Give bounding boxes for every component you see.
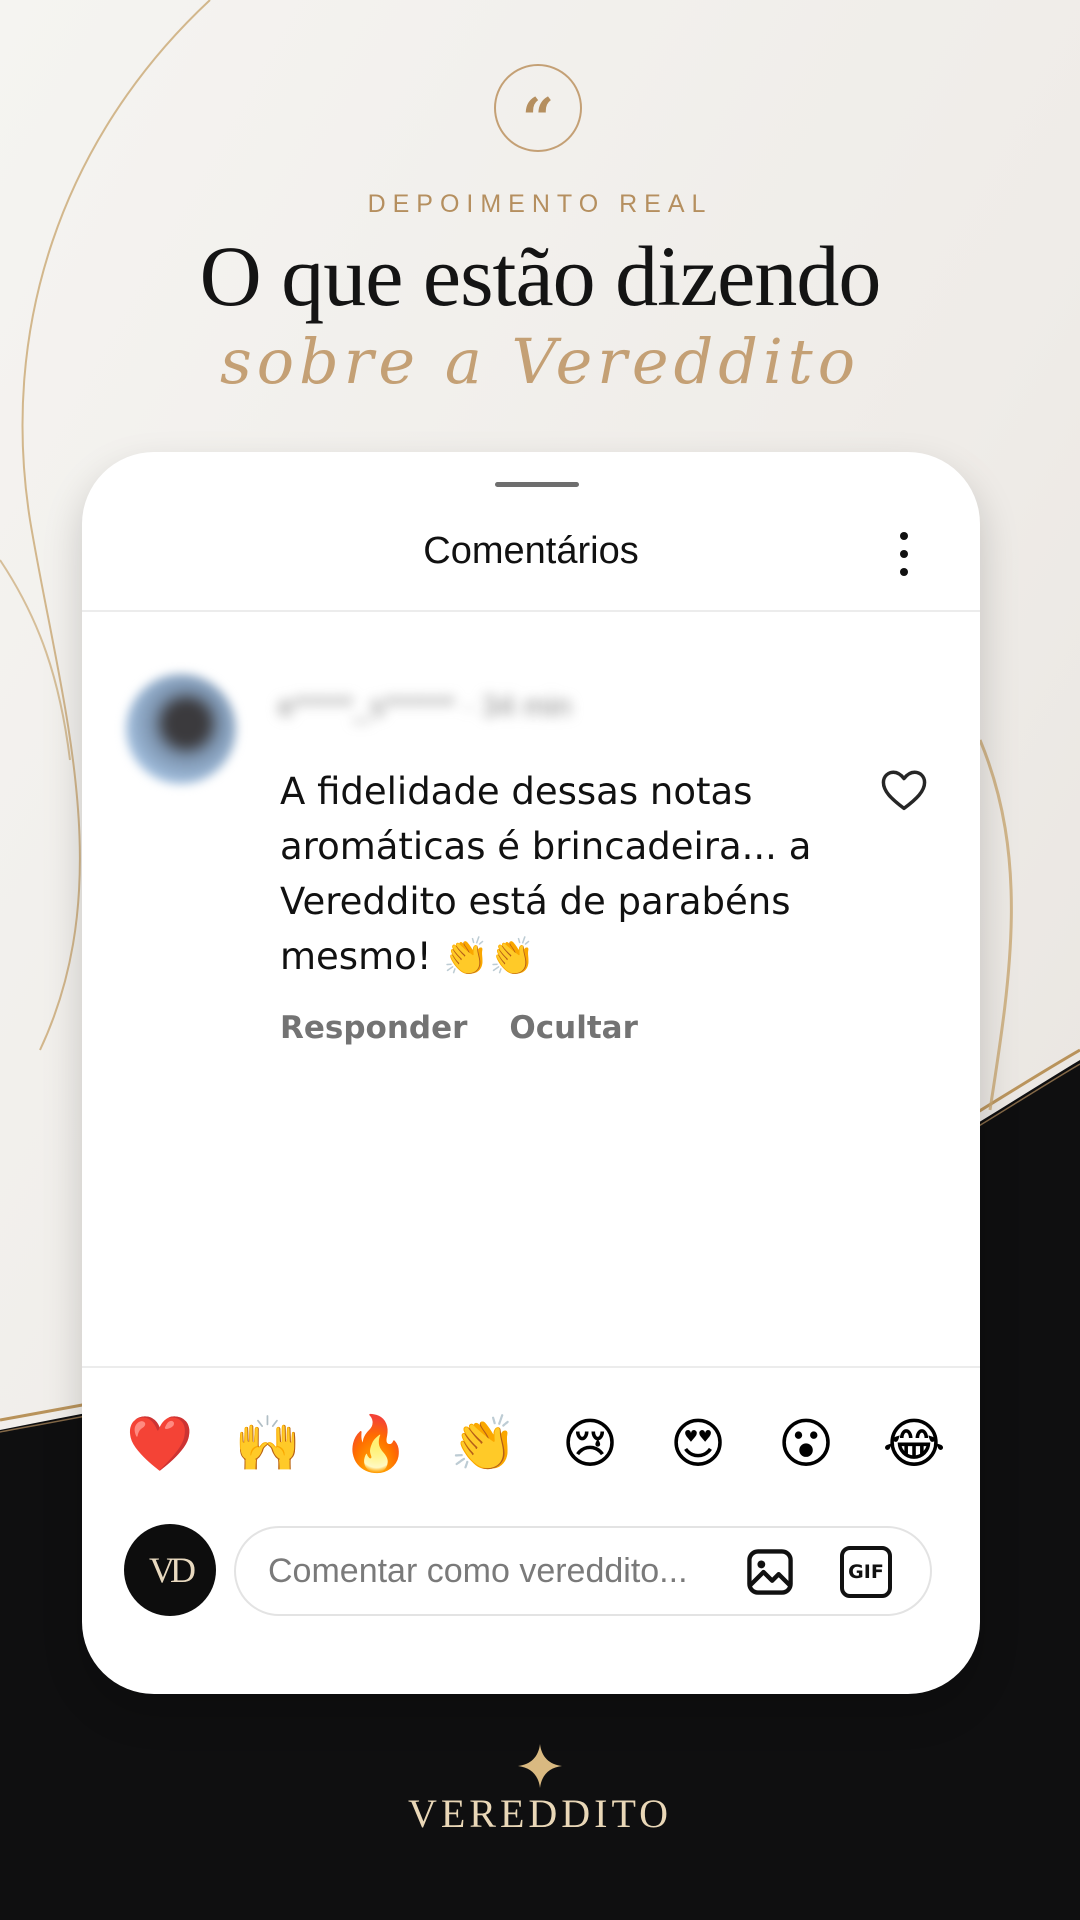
reaction-heart[interactable]: ❤️ [126,1412,193,1476]
comment-input-placeholder: Comentar como vereddito... [268,1552,688,1590]
composer-divider [82,1366,980,1368]
sheet-title: Comentários [423,530,639,572]
reply-button[interactable]: Responder [280,1010,467,1046]
reaction-crying[interactable]: 😢 [558,1412,622,1476]
image-icon[interactable] [744,1546,796,1598]
eyebrow-label: DEPOIMENTO REAL [367,190,713,218]
heart-outline-icon[interactable] [878,764,930,816]
reaction-surprised[interactable]: 😮 [774,1412,838,1476]
reaction-fire[interactable]: 🔥 [342,1412,409,1476]
comments-sheet: Comentários e*****_s****** · 34 min A fi… [82,452,980,1694]
gif-button[interactable]: GIF [840,1546,892,1598]
more-vertical-icon[interactable] [894,532,914,576]
reaction-raised-hands[interactable]: 🙌 [234,1412,301,1476]
comment-actions: Responder Ocultar [280,1010,638,1046]
comment-text: A fidelidade dessas notas aromáticas é b… [280,770,812,978]
quick-reactions: ❤️ 🙌 🔥 👏 😢 😍 😮 😂 [126,1412,946,1476]
brand-logo-text: VEREDDITO [407,1791,673,1836]
script-subtitle: sobre a Vereddito [219,325,861,398]
commenter-username[interactable]: e*****_s****** · 34 min [278,690,678,724]
commenter-avatar[interactable] [126,674,236,784]
reaction-clap[interactable]: 👏 [450,1412,517,1476]
sparkle-icon [518,1744,562,1788]
drag-handle[interactable] [495,482,579,487]
header-divider [82,610,980,612]
hide-button[interactable]: Ocultar [509,1010,637,1046]
quote-icon: “ [494,64,582,152]
reaction-laughing[interactable]: 😂 [882,1412,946,1476]
headline: O que estão dizendo [199,228,882,324]
reaction-heart-eyes[interactable]: 😍 [666,1412,730,1476]
composer-avatar: VD [124,1524,216,1616]
comment-input[interactable]: Comentar como vereddito... GIF [234,1526,932,1616]
